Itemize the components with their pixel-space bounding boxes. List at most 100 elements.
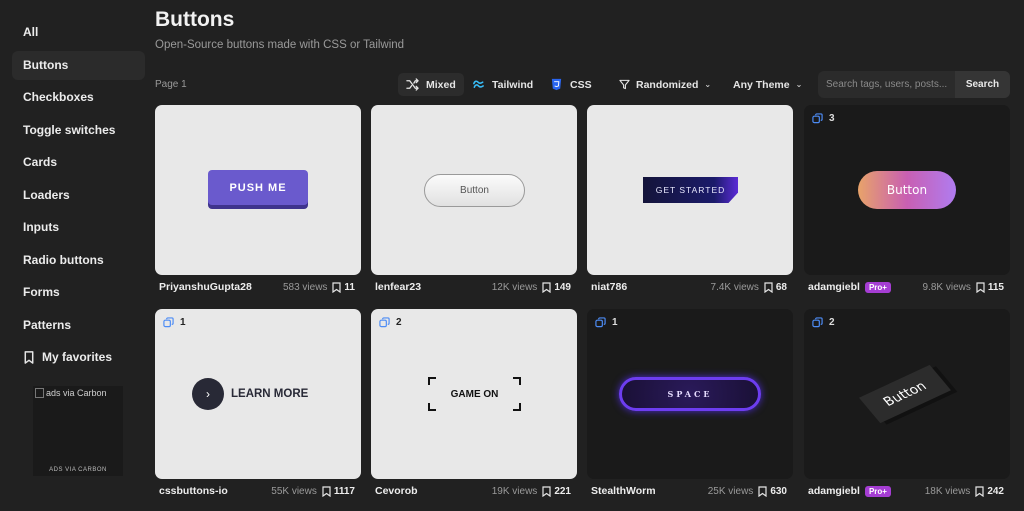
card-meta: cssbuttons-io 55K views 1117 [155,481,361,501]
carbon-ad[interactable]: ads via Carbon ADS VIA CARBON [33,386,123,476]
card-saves[interactable]: 149 [542,282,571,293]
card-saves[interactable]: 11 [332,282,355,293]
search-bar: Search [818,71,1010,98]
card-views: 55K views [271,485,317,497]
bookmark-icon [975,485,984,497]
card-meta: Cevorob 19K views 221 [371,481,577,501]
copies-icon [595,317,606,328]
sidebar-item-radio-buttons[interactable]: Radio buttons [12,246,145,275]
demo-game-on-button[interactable]: GAME ON [428,377,521,411]
sidebar: All Buttons Checkboxes Toggle switches C… [0,0,150,511]
copies-icon [379,317,390,328]
card-saves[interactable]: 1117 [322,486,355,497]
card-saves[interactable]: 221 [542,486,571,497]
card-preview[interactable]: Button [371,105,577,275]
theme-label: Any Theme [733,78,790,91]
card-author[interactable]: adamgiebl [808,485,860,497]
card-preview[interactable]: 2 GAME ON [371,309,577,479]
card-views: 7.4K views [710,281,759,293]
card-meta: adamgiebl Pro+ 18K views 242 [804,481,1010,501]
card-meta: PriyanshuGupta28 583 views 11 [155,277,361,297]
card-author[interactable]: cssbuttons-io [159,485,228,497]
filter-css-label: CSS [570,78,592,91]
card-saves-count: 242 [987,485,1004,497]
demo-isometric-button[interactable]: Button [859,364,951,424]
page-title: Buttons [155,8,235,31]
sidebar-item-checkboxes[interactable]: Checkboxes [12,83,145,112]
page-indicator: Page 1 [155,79,187,90]
bookmark-icon [322,485,331,497]
bookmark-icon [758,485,767,497]
corner-bracket [513,377,521,385]
card-preview[interactable]: 1 › LEARN MORE [155,309,361,479]
bookmark-icon [332,281,342,293]
filter-mixed[interactable]: Mixed [398,73,464,96]
card-author[interactable]: lenfear23 [375,281,421,293]
card-views: 19K views [491,485,538,497]
sidebar-item-toggle-switches[interactable]: Toggle switches [12,116,145,145]
filter-mixed-label: Mixed [426,78,456,91]
card-saves-count: 149 [554,281,571,293]
sidebar-item-forms[interactable]: Forms [12,278,145,307]
demo-gradient-button[interactable]: Button [858,171,956,209]
variants-badge: 2 [379,317,402,328]
sidebar-item-cards[interactable]: Cards [12,148,145,177]
card-meta: niat786 7.4K views 68 [587,277,793,297]
copies-icon [812,113,823,124]
tailwind-icon [473,80,484,89]
card-saves[interactable]: 68 [764,282,787,293]
sidebar-item-patterns[interactable]: Patterns [12,311,145,340]
corner-bracket [428,377,436,385]
pro-badge: Pro+ [864,281,891,293]
sidebar-item-loaders[interactable]: Loaders [12,181,145,210]
variants-badge: 1 [595,317,618,328]
card-saves[interactable]: 242 [975,486,1004,497]
page-subtitle: Open-Source buttons made with CSS or Tai… [155,39,405,51]
card-views: 9.8K views [922,281,971,293]
demo-learn-more-label: LEARN MORE [231,388,309,400]
search-button[interactable]: Search [955,71,1010,98]
demo-space-button[interactable]: SPACE [619,377,761,411]
variants-count: 1 [612,317,618,328]
ad-alt-text: ads via Carbon [46,388,107,398]
card-preview[interactable]: 1 SPACE [587,309,793,479]
demo-get-started-button[interactable]: GET STARTED [643,177,738,203]
variants-count: 3 [829,113,835,124]
card-saves[interactable]: 630 [758,486,787,497]
theme-dropdown[interactable]: Any Theme ⌄ [733,73,802,96]
card-saves-count: 630 [770,485,787,497]
variants-badge: 1 [163,317,186,328]
search-input[interactable] [818,71,955,98]
card-preview[interactable]: GET STARTED [587,105,793,275]
card-preview[interactable]: 2 Button [804,309,1010,479]
demo-pill-button[interactable]: Button [424,174,525,207]
demo-push-button[interactable]: PUSH ME [208,170,308,205]
card-meta: StealthWorm 25K views 630 [587,481,793,501]
sort-dropdown[interactable]: Randomized ⌄ [619,73,711,96]
card-author[interactable]: adamgiebl [808,281,860,293]
filter-css[interactable]: CSS [542,73,600,96]
sidebar-item-inputs[interactable]: Inputs [12,213,145,242]
card-saves-count: 68 [775,281,787,293]
sidebar-item-buttons[interactable]: Buttons [12,51,145,80]
card-preview[interactable]: PUSH ME [155,105,361,275]
broken-image-icon [35,388,44,398]
filter-tailwind[interactable]: Tailwind [464,73,541,96]
card-author[interactable]: PriyanshuGupta28 [159,281,252,293]
sort-label: Randomized [636,78,699,91]
bookmark-icon [24,351,34,364]
sidebar-item-all[interactable]: All [12,18,145,47]
bookmark-icon [976,281,985,293]
card-preview[interactable]: 3 Button [804,105,1010,275]
card-saves[interactable]: 115 [976,282,1004,293]
card-author[interactable]: StealthWorm [591,485,656,497]
card-author[interactable]: niat786 [591,281,627,293]
demo-learn-more-button[interactable]: › LEARN MORE [192,378,308,410]
card-saves-count: 221 [554,485,571,497]
card-saves-count: 115 [987,281,1004,293]
sidebar-item-favorites[interactable]: My favorites [12,343,145,372]
card-saves-count: 11 [344,281,355,293]
card-author[interactable]: Cevorob [375,485,418,497]
card-views: 583 views [282,281,328,293]
corner-bracket [428,403,436,411]
